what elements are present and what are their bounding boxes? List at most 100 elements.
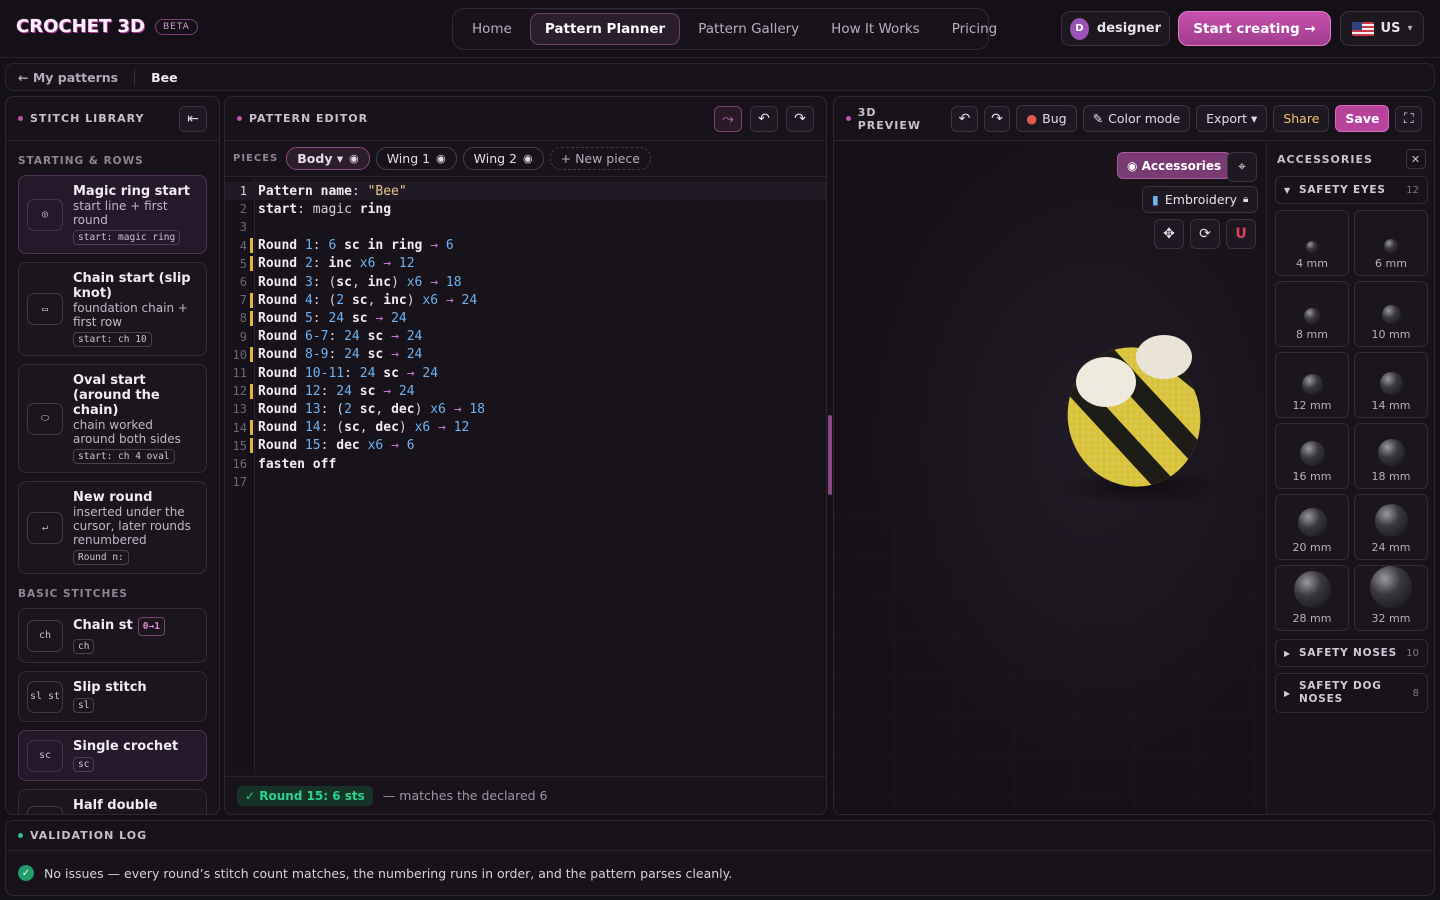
user-menu[interactable]: D designer: [1061, 11, 1170, 46]
eye-icon[interactable]: ◉: [349, 152, 359, 165]
safety-eye-size: 10 mm: [1371, 328, 1411, 341]
locale-label: US: [1380, 21, 1401, 36]
safety-eye-option[interactable]: 18 mm: [1354, 423, 1428, 489]
code-line[interactable]: 17: [225, 473, 826, 491]
color-mode-button[interactable]: ✎ Color mode: [1082, 105, 1191, 132]
stitch-card-chain[interactable]: ch Chain st 0→1 ch: [18, 608, 207, 663]
change-marker: [250, 457, 253, 472]
change-marker: [250, 220, 253, 235]
stitch-card-single-crochet[interactable]: sc Single crochet sc: [18, 730, 207, 781]
code-line[interactable]: 12 Round 12: 24 sc → 24: [225, 382, 826, 400]
chevron-right-icon: ▶: [1284, 688, 1291, 698]
safety-eye-option[interactable]: 20 mm: [1275, 494, 1349, 560]
code-line[interactable]: 6 Round 3: (sc, inc) x6 → 18: [225, 273, 826, 291]
category-safety-dog-noses[interactable]: ▶ SAFETY DOG NOSES 8: [1275, 673, 1428, 713]
pattern-editor-header: PATTERN EDITOR ⤳ ↶ ↷: [225, 97, 826, 141]
undo-icon[interactable]: ↶: [951, 105, 978, 132]
fullscreen-icon[interactable]: ⛶: [1395, 105, 1422, 132]
piece-tab-body[interactable]: Body ▾ ◉: [286, 147, 370, 170]
code-line[interactable]: 15 Round 15: dec x6 → 6: [225, 437, 826, 455]
oval-start-icon: ⬭: [27, 402, 63, 435]
chevron-down-icon: ▼: [1284, 185, 1291, 195]
safety-eye-option[interactable]: 32 mm: [1354, 565, 1428, 631]
safety-eye-option[interactable]: 16 mm: [1275, 423, 1349, 489]
collapse-panel-icon[interactable]: ⇤: [179, 105, 207, 132]
safety-eye-option[interactable]: 10 mm: [1354, 281, 1428, 347]
safety-eye-icon: [1374, 504, 1408, 537]
bug-button[interactable]: ● Bug: [1016, 105, 1077, 132]
safety-eye-option[interactable]: 6 mm: [1354, 210, 1428, 276]
code-line[interactable]: 8 Round 5: 24 sc → 24: [225, 309, 826, 327]
nav-pattern-gallery[interactable]: Pattern Gallery: [684, 14, 813, 44]
stitch-card-half-double-crochet[interactable]: hdc Half double crochet hdc: [18, 789, 207, 814]
logo[interactable]: CROCHET 3D BETA: [16, 16, 198, 37]
safety-eye-icon: [1293, 571, 1331, 608]
nav-pricing[interactable]: Pricing: [938, 14, 1012, 44]
category-safety-eyes[interactable]: ▼ SAFETY EYES 12: [1275, 176, 1428, 204]
stitch-card-magic-ring[interactable]: ◎ Magic ring start start line + first ro…: [18, 175, 207, 254]
safety-eye-option[interactable]: 24 mm: [1354, 494, 1428, 560]
code-line[interactable]: 2 start: magic ring: [225, 200, 826, 218]
change-marker: [250, 420, 253, 436]
nav-home[interactable]: Home: [458, 14, 526, 44]
piece-tab-wing-2[interactable]: Wing 2 ◉: [462, 147, 544, 170]
format-icon[interactable]: ⤳: [714, 105, 742, 132]
stitch-card-oval-start[interactable]: ⬭ Oval start (around the chain) chain wo…: [18, 364, 207, 473]
locale-selector[interactable]: US ▾: [1340, 11, 1424, 46]
category-count: 8: [1412, 687, 1419, 699]
piece-tab-wing-1[interactable]: Wing 1 ◉: [375, 147, 457, 170]
safety-eye-option[interactable]: 8 mm: [1275, 281, 1349, 347]
redo-icon[interactable]: ↷: [786, 105, 814, 132]
line-number: 4: [239, 238, 247, 253]
code-line[interactable]: 11 Round 10-11: 24 sc → 24: [225, 364, 826, 382]
code-line[interactable]: 5 Round 2: inc x6 → 12: [225, 255, 826, 273]
stitch-card-slip-stitch[interactable]: sl st Slip stitch sl: [18, 671, 207, 722]
code-line[interactable]: 7 Round 4: (2 sc, inc) x6 → 24: [225, 291, 826, 309]
safety-eye-option[interactable]: 28 mm: [1275, 565, 1349, 631]
code-editor[interactable]: 1 Pattern name: "Bee" 2 start: magic ring 3 4…: [225, 178, 826, 774]
breadcrumb-current: Bee: [151, 69, 178, 85]
back-to-my-patterns-link[interactable]: ← My patterns: [18, 70, 118, 85]
safety-eye-option[interactable]: 12 mm: [1275, 352, 1349, 418]
code-line[interactable]: 3: [225, 218, 826, 236]
eye-icon[interactable]: ◉: [436, 152, 446, 165]
nav-how-it-works[interactable]: How It Works: [817, 14, 934, 44]
save-button[interactable]: Save: [1335, 105, 1390, 132]
export-button[interactable]: Export ▾: [1196, 105, 1268, 132]
code-line-text: Round 6-7: 24 sc → 24: [258, 329, 423, 345]
redo-icon[interactable]: ↷: [983, 105, 1011, 132]
code-line[interactable]: 9 Round 6-7: 24 sc → 24: [225, 328, 826, 346]
stitch-library-title: STITCH LIBRARY: [30, 112, 145, 125]
change-marker: [250, 347, 253, 363]
undo-icon[interactable]: ↶: [750, 105, 778, 132]
share-button[interactable]: Share: [1273, 105, 1330, 132]
new-piece-button[interactable]: + New piece: [549, 147, 651, 170]
avatar: D: [1070, 17, 1089, 40]
category-safety-noses[interactable]: ▶ SAFETY NOSES 10: [1275, 639, 1428, 667]
close-icon[interactable]: ✕: [1406, 149, 1426, 169]
code-line[interactable]: 13 Round 13: (2 sc, dec) x6 → 18: [225, 400, 826, 418]
change-marker: [250, 329, 253, 344]
3d-viewport[interactable]: ◉ Accessories ⌖ ▮ Embroidery 🔒︎ ✥ ⟳ U: [834, 142, 1266, 815]
bee-model[interactable]: [834, 142, 1266, 815]
panel-resize-handle[interactable]: [828, 415, 832, 495]
safety-eye-option[interactable]: 14 mm: [1354, 352, 1428, 418]
safety-eye-size: 28 mm: [1292, 612, 1332, 625]
safety-eye-size: 4 mm: [1296, 257, 1328, 270]
start-creating-button[interactable]: Start creating →: [1178, 11, 1331, 46]
pieces-label: PIECES: [233, 153, 279, 164]
code-line[interactable]: 10 Round 8-9: 24 sc → 24: [225, 346, 826, 364]
change-marker: [250, 383, 253, 399]
eye-icon[interactable]: ◉: [523, 152, 533, 165]
stitch-card-chain-start[interactable]: ▭ Chain start (slip knot) foundation cha…: [18, 262, 207, 356]
nav-pattern-planner[interactable]: Pattern Planner: [529, 13, 681, 45]
stitch-card-new-round[interactable]: ↵ New round inserted under the cursor, l…: [18, 481, 207, 574]
code-line[interactable]: 14 Round 14: (sc, dec) x6 → 12: [225, 419, 826, 437]
line-number: 2: [239, 202, 247, 217]
validation-log-title: VALIDATION LOG: [30, 829, 148, 842]
code-line[interactable]: 1 Pattern name: "Bee": [225, 182, 826, 200]
safety-eye-option[interactable]: 4 mm: [1275, 210, 1349, 276]
code-line[interactable]: 16 fasten off: [225, 455, 826, 473]
code-line[interactable]: 4 Round 1: 6 sc in ring → 6: [225, 237, 826, 255]
safety-eye-size: 32 mm: [1371, 612, 1411, 625]
